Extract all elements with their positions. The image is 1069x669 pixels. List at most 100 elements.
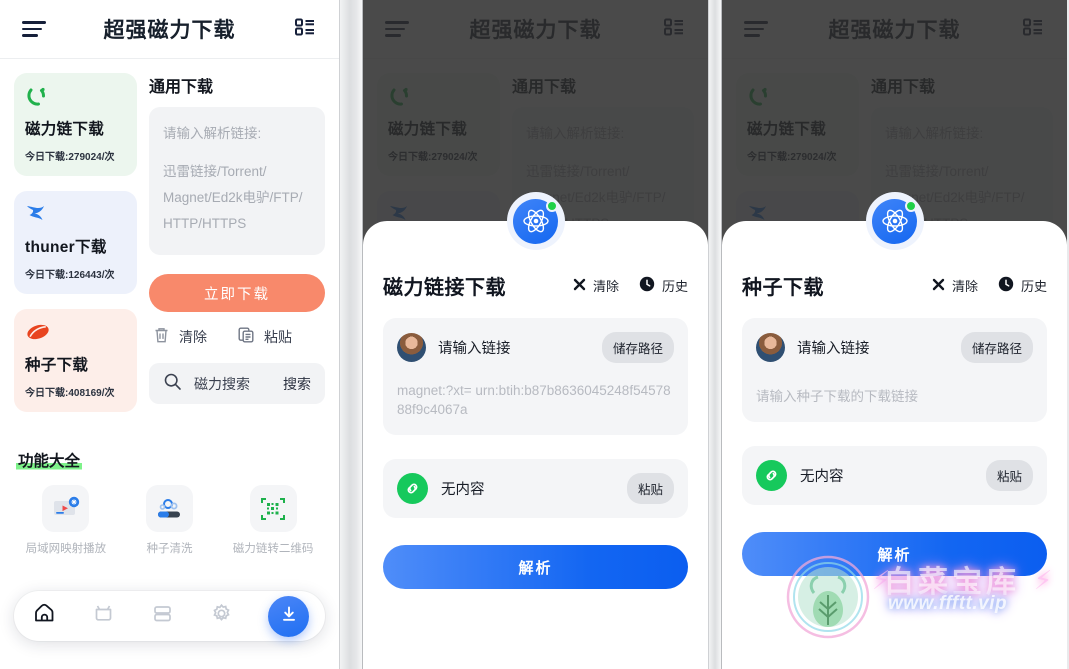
clipboard-icon [237, 326, 255, 347]
atom-icon [513, 198, 558, 244]
functions-header: 功能大全 [0, 427, 339, 471]
download-icon [279, 604, 299, 629]
card-header-row: 请输入链接 储存路径 [397, 332, 674, 363]
link-icon [397, 473, 428, 504]
clear-button[interactable]: 清除 [932, 276, 978, 295]
supported-types-line-3: HTTP/HTTPS [163, 216, 247, 231]
source-card-stat: 今日下载:126443/次 [25, 270, 115, 281]
card-header-row: 请输入链接 储存路径 [756, 332, 1033, 363]
hamburger-menu-icon[interactable] [22, 21, 46, 37]
function-item-label: 局域网映射播放 [25, 543, 107, 555]
source-card-thunder[interactable]: thuner下载 今日下载:126443/次 [14, 191, 137, 294]
clear-button-label: 清除 [951, 279, 978, 294]
sheet-title: 种子下载 [742, 277, 824, 299]
clock-icon [998, 276, 1014, 295]
function-item-label: 磁力链转二维码 [232, 543, 314, 555]
paste-button[interactable]: 粘贴 [985, 460, 1033, 491]
history-button-label: 历史 [661, 279, 688, 294]
supported-types-line-2: Magnet/Ed2k电驴/FTP/ [163, 190, 303, 205]
torrent-input-card[interactable]: 请输入链接 储存路径 请输入种子下载的下载链接 [742, 318, 1047, 422]
clipboard-card: 无内容 粘贴 [383, 459, 688, 518]
search-icon [163, 372, 182, 396]
list-view-icon[interactable] [293, 15, 317, 44]
sidebar-item-home[interactable] [32, 601, 91, 631]
tv-icon [91, 601, 116, 631]
clear-action-label: 清除 [179, 328, 207, 345]
source-card-title: thuner下载 [25, 239, 107, 256]
magnet-input-card[interactable]: 请输入链接 储存路径 magnet:?xt= urn:btih:b87b8636… [383, 318, 688, 435]
link-input[interactable]: 请输入链接 [797, 337, 949, 358]
home-icon [32, 601, 57, 631]
source-card-torrent[interactable]: 种子下载 今日下载:408169/次 [14, 309, 137, 412]
avatar [756, 333, 785, 362]
save-path-button[interactable]: 储存路径 [601, 332, 674, 363]
function-item-torrent-clean[interactable]: 种子清洗 [118, 485, 222, 556]
history-button-label: 历史 [1020, 279, 1047, 294]
link-input-area[interactable]: 请输入解析链接: 迅雷链接/Torrent/ Magnet/Ed2k电驴/FTP… [149, 107, 325, 255]
source-card-list: 磁力链下载 今日下载:279024/次 thuner下载 今日下载:126443… [14, 73, 137, 427]
clipboard-status: 无内容 [800, 469, 844, 485]
storage-box-icon [150, 601, 175, 631]
link-input[interactable]: 请输入链接 [438, 337, 590, 358]
panel-gap [709, 0, 721, 669]
avatar [397, 333, 426, 362]
gear-icon [209, 601, 234, 631]
history-button[interactable]: 历史 [639, 276, 688, 295]
sheet-tools: 清除 历史 [932, 276, 1047, 295]
save-path-button[interactable]: 储存路径 [960, 332, 1033, 363]
source-card-stat: 今日下载:408169/次 [25, 388, 115, 399]
function-item-lan-cast[interactable]: 局域网映射播放 [14, 485, 118, 556]
clipboard-card: 无内容 粘贴 [742, 446, 1047, 505]
clipboard-status: 无内容 [441, 482, 485, 498]
sidebar-item-settings[interactable] [209, 601, 268, 631]
action-row: 清除 粘贴 [149, 326, 325, 347]
close-x-icon [932, 278, 945, 294]
magnet-download-sheet: 磁力链接下载 清除 历史 请输入链接 储存路径 magnet:?xt= urn:… [363, 192, 708, 669]
clear-button-label: 清除 [592, 279, 619, 294]
torrent-seed-icon [25, 321, 126, 347]
clock-icon [639, 276, 655, 295]
magnet-search-box[interactable]: 磁力搜索 搜索 [149, 363, 325, 404]
phone-screen-magnet-sheet: 超强磁力下载 [362, 0, 709, 669]
search-input[interactable]: 磁力搜索 [194, 374, 271, 394]
home-columns: 磁力链下载 今日下载:279024/次 thuner下载 今日下载:126443… [0, 59, 339, 427]
download-fab-button[interactable] [268, 595, 309, 637]
paste-button[interactable]: 粘贴 [626, 473, 674, 504]
clear-action[interactable]: 清除 [153, 326, 237, 347]
close-x-icon [573, 278, 586, 294]
download-now-button[interactable]: 立即下载 [149, 274, 325, 312]
magnet-icon [25, 85, 126, 111]
torrent-clean-icon [145, 485, 193, 532]
atom-icon [872, 198, 917, 244]
source-card-title: 种子下载 [25, 357, 89, 374]
home-content: 磁力链下载 今日下载:279024/次 thuner下载 今日下载:126443… [0, 59, 339, 669]
functions-grid: 局域网映射播放 种子清洗 磁力链转二维码 [0, 471, 339, 556]
screenshot-stage: 超强磁力下载 磁力链下载 今日下载:279024/次 thuner下载 今日下载… [0, 0, 1069, 669]
parse-button[interactable]: 解析 [742, 532, 1047, 576]
section-title-general: 通用下载 [149, 79, 214, 96]
online-status-dot [546, 199, 558, 212]
online-status-dot [905, 199, 917, 212]
sheet-badge [865, 192, 924, 250]
parse-button[interactable]: 解析 [383, 545, 688, 589]
paste-action-label: 粘贴 [264, 328, 292, 345]
phone-screen-home: 超强磁力下载 磁力链下载 今日下载:279024/次 thuner下载 今日下载… [0, 0, 340, 669]
torrent-download-sheet: 种子下载 清除 历史 请输入链接 储存路径 请输入种子下载的下载链接 无内容 粘… [722, 192, 1067, 669]
magnet-qrcode-icon [249, 485, 297, 532]
panel-gap [340, 0, 362, 669]
app-header: 超强磁力下载 [0, 0, 339, 59]
search-submit-button[interactable]: 搜索 [283, 374, 311, 394]
bottom-tab-bar [14, 591, 325, 641]
paste-action[interactable]: 粘贴 [237, 326, 321, 347]
sidebar-item-storage[interactable] [150, 601, 209, 631]
clear-button[interactable]: 清除 [573, 276, 619, 295]
functions-title: 功能大全 [16, 449, 83, 471]
function-item-magnet-qrcode[interactable]: 磁力链转二维码 [221, 485, 325, 556]
source-card-stat: 今日下载:279024/次 [25, 152, 115, 163]
history-button[interactable]: 历史 [998, 276, 1047, 295]
source-card-magnet[interactable]: 磁力链下载 今日下载:279024/次 [14, 73, 137, 176]
sheet-title: 磁力链接下载 [383, 277, 506, 299]
torrent-hint-text: 请输入种子下载的下载链接 [756, 389, 918, 404]
sidebar-item-media[interactable] [91, 601, 150, 631]
